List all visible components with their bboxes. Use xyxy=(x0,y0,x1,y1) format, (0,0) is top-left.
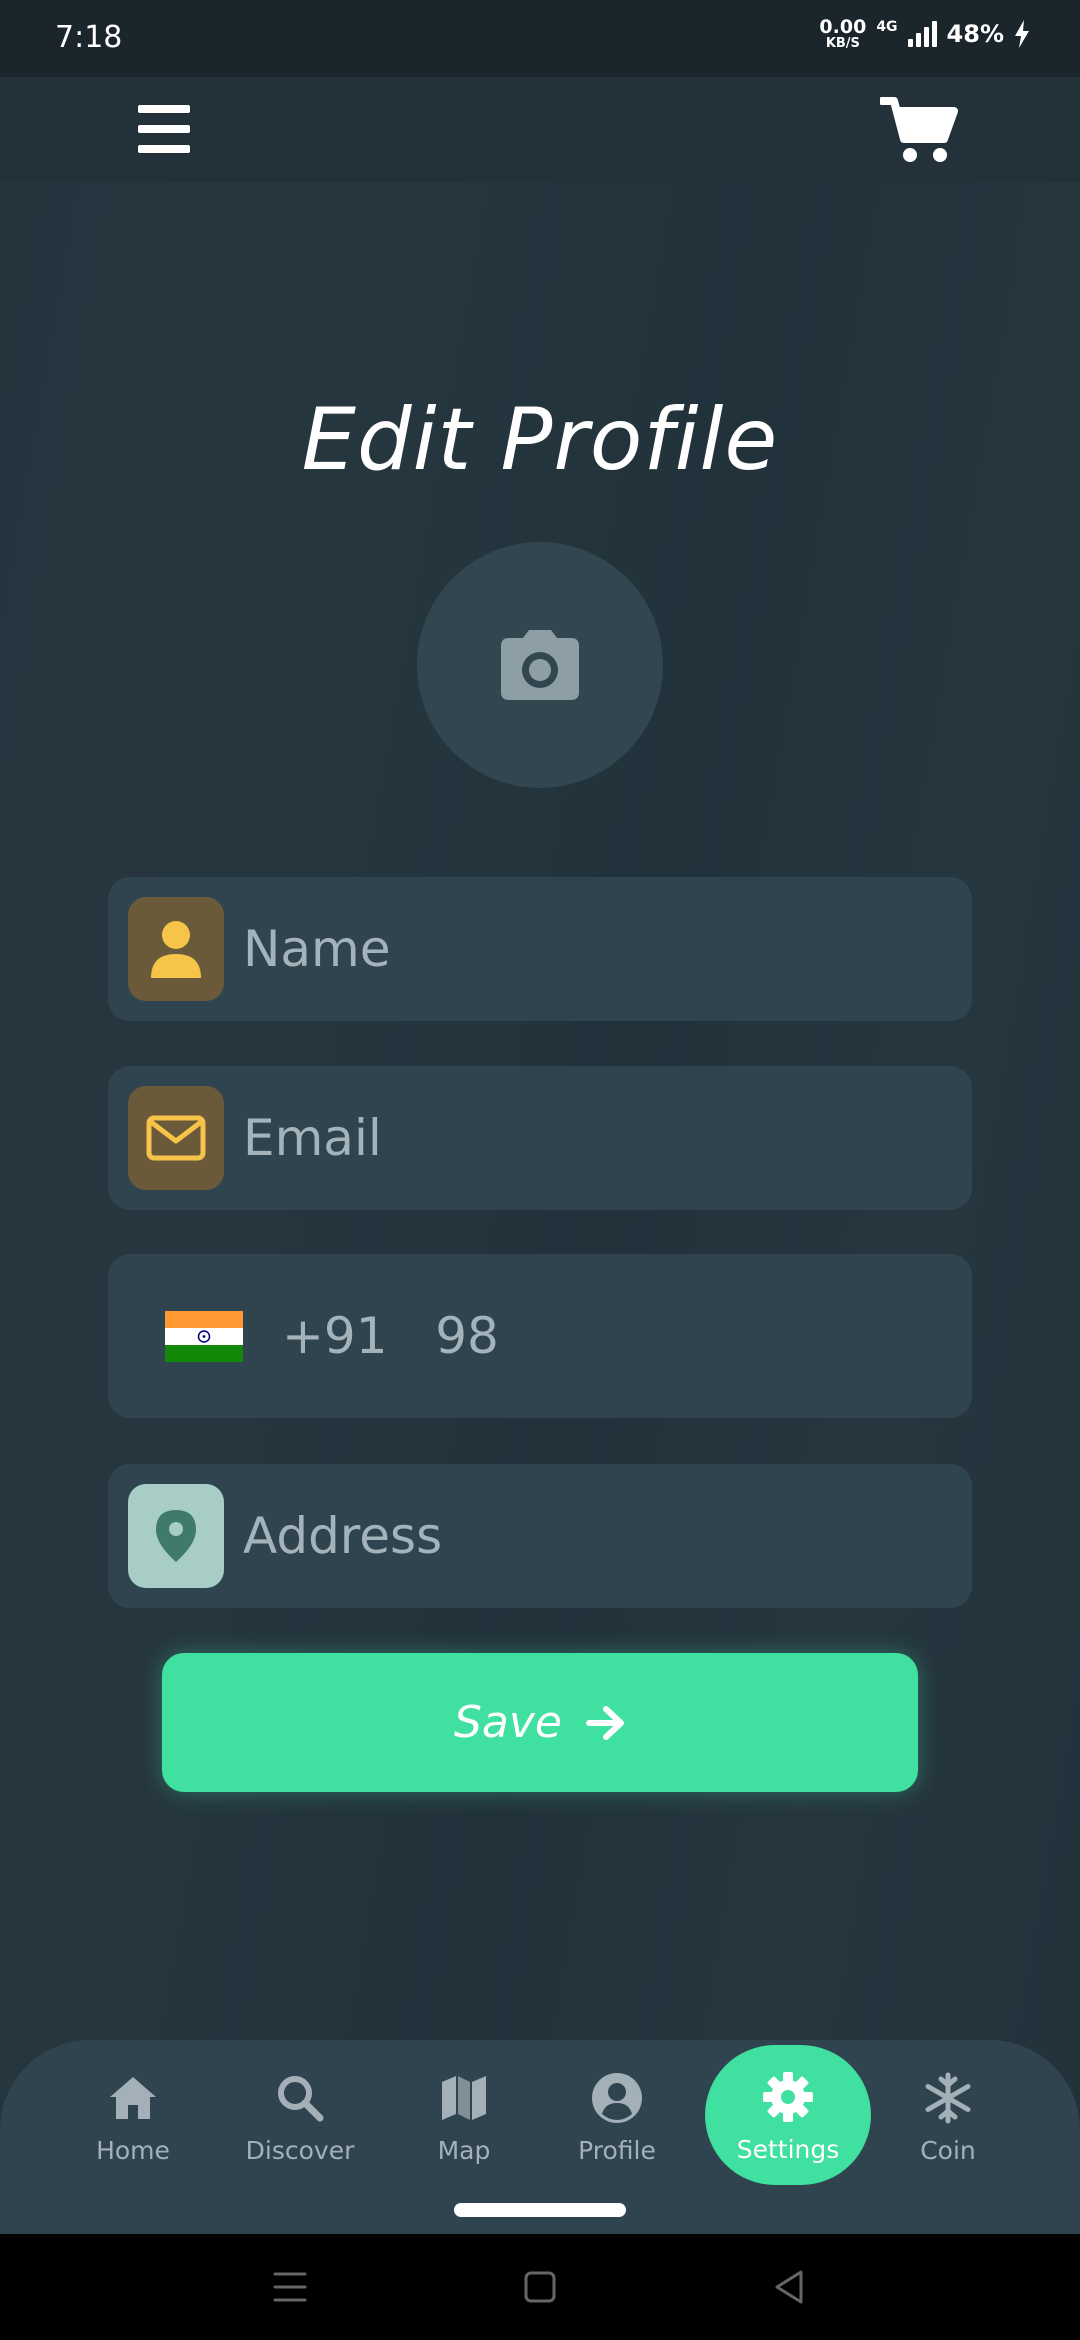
shopping-cart-icon[interactable] xyxy=(880,95,960,167)
nav-item-profile[interactable]: Profile xyxy=(542,2068,692,2188)
nav-label-home: Home xyxy=(96,2136,170,2165)
save-button-label: Save xyxy=(453,1697,562,1748)
back-icon[interactable] xyxy=(765,2264,815,2310)
envelope-icon xyxy=(146,1115,206,1161)
address-placeholder: Address xyxy=(243,1507,443,1565)
charging-icon xyxy=(1015,20,1029,48)
home-indicator[interactable] xyxy=(454,2203,626,2217)
network-speed-unit: KB/S xyxy=(825,36,860,51)
page-title: Edit Profile xyxy=(301,390,779,490)
network-type: 4G xyxy=(876,19,898,35)
status-indicators: 0.00 KB/S 4G 48% xyxy=(819,18,1030,50)
recent-apps-icon[interactable] xyxy=(265,2264,315,2310)
map-icon xyxy=(442,2076,486,2120)
nav-item-map[interactable]: Map xyxy=(389,2068,539,2188)
nav-label-discover: Discover xyxy=(245,2136,355,2165)
address-icon-box xyxy=(128,1484,224,1588)
system-nav-bar xyxy=(0,2234,1080,2340)
email-icon-box xyxy=(128,1086,224,1190)
email-field[interactable]: Email xyxy=(108,1066,972,1210)
status-bar: 7:18 0.00 KB/S 4G 48% xyxy=(0,0,1080,77)
network-speed-value: 0.00 xyxy=(819,16,867,38)
email-placeholder: Email xyxy=(243,1109,382,1167)
arrow-right-icon xyxy=(586,1705,624,1740)
nav-label-settings: Settings xyxy=(736,2135,840,2164)
nav-label-coin: Coin xyxy=(920,2136,976,2165)
nav-item-settings[interactable]: Settings xyxy=(705,2045,871,2185)
phone-country-code: +91 98 xyxy=(282,1254,499,1418)
nav-label-map: Map xyxy=(437,2136,491,2165)
nav-label-profile: Profile xyxy=(578,2136,656,2165)
home-button-icon[interactable] xyxy=(515,2264,565,2310)
address-field[interactable]: Address xyxy=(108,1464,972,1608)
hamburger-menu-icon[interactable] xyxy=(138,105,194,155)
home-icon xyxy=(110,2077,156,2119)
nav-item-home[interactable]: Home xyxy=(58,2068,208,2188)
camera-icon xyxy=(501,630,579,700)
nav-item-discover[interactable]: Discover xyxy=(225,2068,375,2188)
bottom-nav: Home Discover Map Profile Settings Coin xyxy=(0,2040,1080,2234)
app-bar xyxy=(0,77,1080,182)
search-icon xyxy=(278,2076,324,2122)
gear-icon xyxy=(763,2072,813,2122)
phone-field[interactable]: +91 98 xyxy=(108,1254,972,1418)
name-placeholder: Name xyxy=(243,920,391,978)
name-icon-box xyxy=(128,897,224,1001)
signal-icon xyxy=(907,21,937,47)
save-button[interactable]: Save xyxy=(162,1653,918,1792)
phone-code-text: +91 xyxy=(282,1307,388,1365)
network-speed: 0.00 KB/S xyxy=(819,16,867,51)
status-time: 7:18 xyxy=(55,20,123,55)
nav-item-coin[interactable]: Coin xyxy=(873,2068,1023,2188)
phone-number-value: 98 xyxy=(435,1307,499,1365)
india-flag-icon[interactable] xyxy=(165,1311,243,1362)
person-icon xyxy=(151,921,201,978)
user-circle-icon xyxy=(592,2073,642,2123)
location-pin-icon xyxy=(156,1510,196,1562)
battery-level: 48% xyxy=(946,20,1004,48)
snowflake-icon xyxy=(925,2072,971,2124)
avatar-upload[interactable] xyxy=(417,542,663,788)
screen: 7:18 0.00 KB/S 4G 48% Edit Profile Name … xyxy=(0,0,1080,2340)
name-field[interactable]: Name xyxy=(108,877,972,1021)
